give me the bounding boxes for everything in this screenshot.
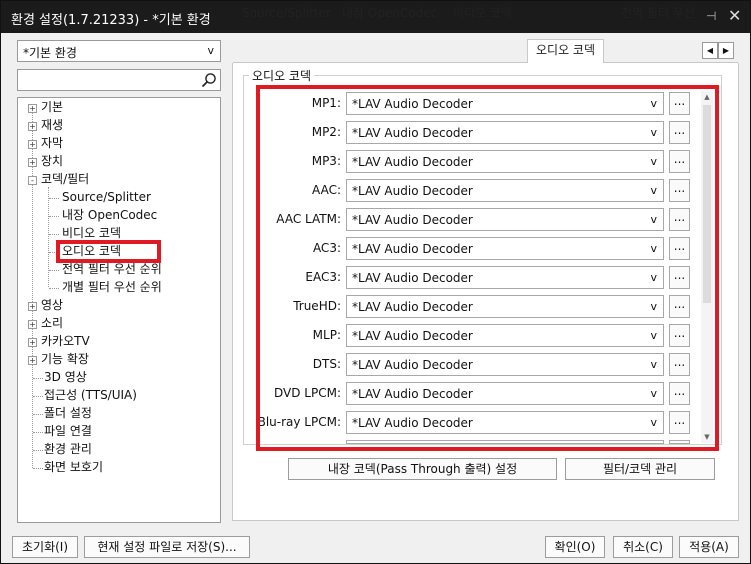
tab-bar — [233, 39, 738, 63]
tree-item-sound[interactable]: + 소리 — [28, 315, 63, 332]
tree-guide-line — [49, 198, 59, 199]
search-icon[interactable] — [201, 72, 217, 88]
tree-item-label: 코덱/필터 — [41, 172, 90, 186]
collapse-icon[interactable]: - — [28, 176, 37, 185]
tree-item-accessibility[interactable]: 접근성 (TTS/UIA) — [44, 387, 137, 404]
tree-guide-line — [49, 234, 59, 235]
tree-item-basic[interactable]: + 기본 — [28, 99, 63, 116]
chevron-down-icon: v — [207, 44, 214, 57]
tree-item-file-association[interactable]: 파일 연결 — [44, 423, 92, 440]
tree-item-label: 장치 — [41, 154, 64, 168]
settings-window: 환경 설정(1.7.21233) - *기본 환경 ⊣ ✕ *기본 환경 v +… — [0, 0, 751, 564]
tab-scroll-right-icon[interactable]: ▶ — [718, 42, 734, 59]
tree-item-source-splitter[interactable]: Source/Splitter — [62, 189, 151, 206]
tree-item-label: 기능 확장 — [41, 352, 89, 366]
tree-item-label: 자막 — [41, 136, 64, 150]
expand-icon[interactable]: + — [28, 158, 37, 167]
profile-select-value: *기본 환경 — [23, 46, 77, 60]
tab-scroll-left-icon[interactable]: ◀ — [702, 42, 718, 59]
tree-guide-line — [49, 216, 59, 217]
tree-guide-line — [33, 378, 43, 379]
tree-guide-line — [49, 270, 59, 271]
highlight-tree-audio-codec — [56, 240, 161, 263]
tree-guide-line — [48, 187, 49, 287]
apply-button[interactable]: 적용(A) — [679, 536, 739, 558]
tab-global-filter-priority[interactable]: 전역 필터 우선 — [621, 3, 701, 25]
expand-icon[interactable]: + — [28, 302, 37, 311]
tab-audio-codec[interactable]: 오디오 코덱 — [527, 39, 605, 64]
pin-icon[interactable]: ⊣ — [706, 9, 716, 23]
tree-guide-line — [33, 414, 43, 415]
tab-video-codec[interactable]: 비디오 코덱 — [453, 3, 512, 25]
tree-item-playback[interactable]: + 재생 — [28, 117, 63, 134]
tree-item-label: 폴더 설정 — [44, 406, 92, 420]
tree-item-label: Source/Splitter — [62, 190, 151, 204]
tree-item-3d-video[interactable]: 3D 영상 — [44, 369, 87, 386]
tree-item-screensaver[interactable]: 화면 보호기 — [44, 459, 103, 476]
tree-item-label: 영상 — [41, 298, 64, 312]
tree-item-individual-filter-priority[interactable]: 개별 필터 우선 순위 — [62, 279, 162, 296]
tree-item-global-filter-priority[interactable]: 전역 필터 우선 순위 — [62, 261, 162, 278]
search-input[interactable] — [17, 69, 221, 91]
highlight-codec-list — [256, 85, 719, 451]
tree-item-profile-management[interactable]: 환경 관리 — [44, 441, 92, 458]
expand-icon[interactable]: + — [28, 338, 37, 347]
tree-item-label: 파일 연결 — [44, 424, 92, 438]
cancel-button[interactable]: 취소(C) — [613, 536, 673, 558]
tree-item-label: 환경 관리 — [44, 442, 92, 456]
passthrough-settings-button[interactable]: 내장 코덱(Pass Through 출력) 설정 — [288, 458, 557, 480]
close-icon[interactable]: ✕ — [728, 6, 741, 25]
tree-item-subtitle[interactable]: + 자막 — [28, 135, 63, 152]
tree-item-label: 3D 영상 — [44, 370, 87, 384]
expand-icon[interactable]: + — [28, 140, 37, 149]
tree-item-label: 접근성 (TTS/UIA) — [44, 388, 137, 402]
expand-icon[interactable]: + — [28, 356, 37, 365]
tree-item-label: 화면 보호기 — [44, 460, 104, 474]
tree-item-kakaotv[interactable]: + 카카오TV — [28, 333, 90, 350]
tree-item-label: 비디오 코덱 — [62, 226, 122, 240]
tree-item-label: 소리 — [41, 316, 64, 330]
tree-item-codec-filter[interactable]: - 코덱/필터 — [28, 171, 89, 188]
tree-guide-line — [33, 432, 43, 433]
tree-item-label: 재생 — [41, 118, 64, 132]
expand-icon[interactable]: + — [28, 320, 37, 329]
tree-guide-line — [33, 468, 43, 469]
reset-button[interactable]: 초기화(I) — [12, 536, 78, 558]
tree-item-folder-settings[interactable]: 폴더 설정 — [44, 405, 92, 422]
tree-item-label: 기본 — [41, 100, 64, 114]
tree-item-opencodec[interactable]: 내장 OpenCodec — [62, 207, 157, 224]
tree-guide-line — [33, 450, 43, 451]
tree-item-video[interactable]: + 영상 — [28, 297, 63, 314]
save-current-profile-button[interactable]: 현재 설정 파일로 저장(S)... — [84, 536, 250, 558]
window-title: 환경 설정(1.7.21233) - *기본 환경 — [11, 13, 211, 28]
tree-item-device[interactable]: + 장치 — [28, 153, 63, 170]
tree-item-label: 개별 필터 우선 순위 — [62, 280, 162, 294]
tab-source-splitter[interactable]: Source/Splitter — [242, 3, 331, 25]
expand-icon[interactable]: + — [28, 122, 37, 131]
group-title: 오디오 코덱 — [249, 67, 315, 84]
tree-item-label: 내장 OpenCodec — [62, 208, 158, 222]
ok-button[interactable]: 확인(O) — [545, 536, 605, 558]
tree-item-label: 전역 필터 우선 순위 — [62, 262, 162, 276]
tab-opencodec[interactable]: 내장 OpenCodec — [342, 3, 437, 25]
settings-tree[interactable]: + 기본 + 재생 + 자막 + 장치 - 코덱/필터 Source/Splitter 내… — [17, 97, 221, 523]
tree-item-extensions[interactable]: + 기능 확장 — [28, 351, 89, 368]
tree-item-label: 카카오TV — [41, 334, 90, 348]
tree-guide-line — [33, 396, 43, 397]
expand-icon[interactable]: + — [28, 104, 37, 113]
profile-select[interactable]: *기본 환경 v — [17, 40, 221, 62]
tree-guide-line — [49, 288, 59, 289]
filter-codec-manage-button[interactable]: 필터/코덱 관리 — [565, 458, 715, 480]
